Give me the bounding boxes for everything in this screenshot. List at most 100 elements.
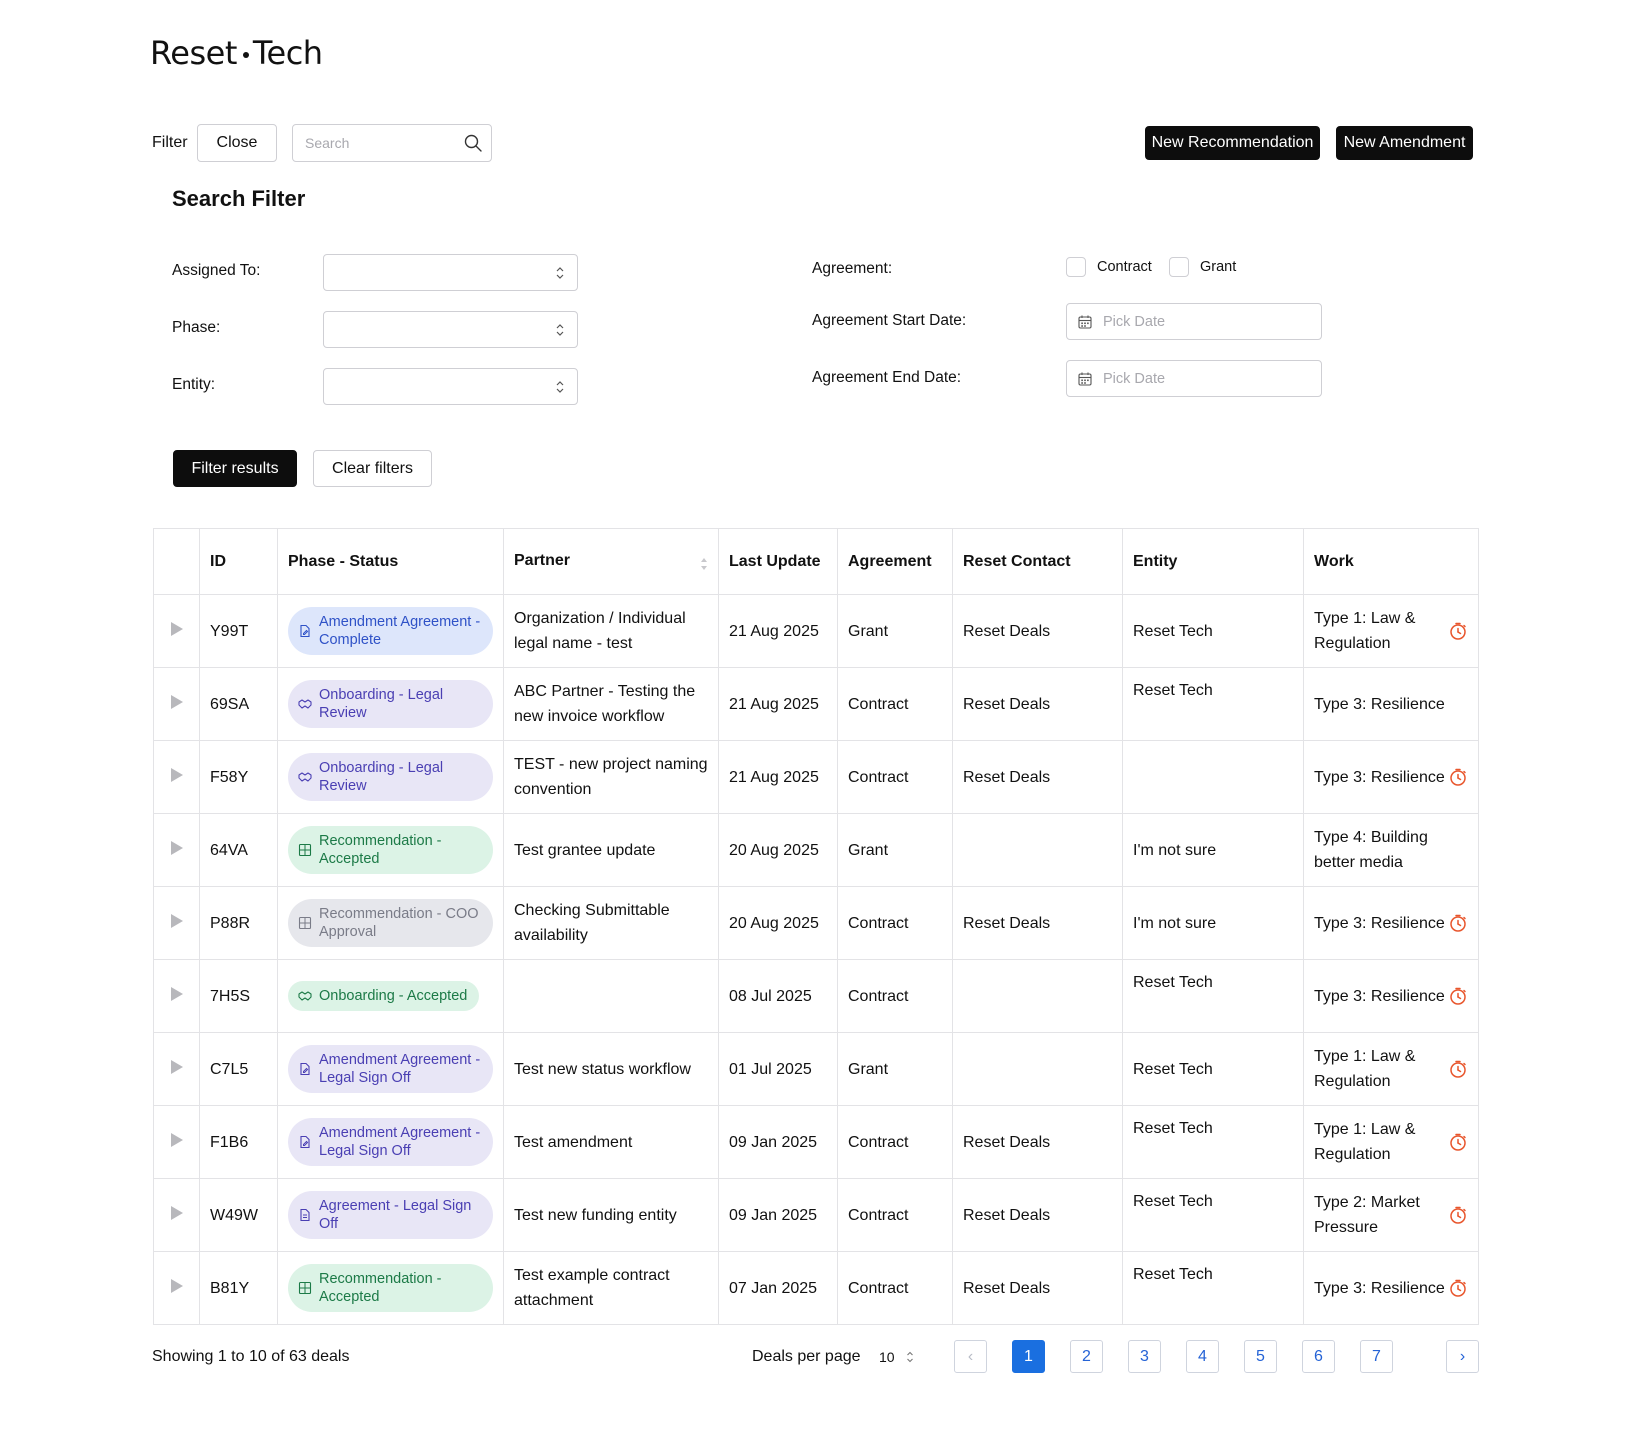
- search-input[interactable]: [305, 135, 455, 151]
- handshake-icon: [298, 699, 312, 709]
- prev-page-button[interactable]: ‹: [954, 1340, 987, 1373]
- row-id[interactable]: C7L5: [199, 1032, 278, 1106]
- assigned-to-select[interactable]: [323, 254, 578, 291]
- page-button[interactable]: 4: [1186, 1340, 1219, 1373]
- status-badge[interactable]: Amendment Agreement - Legal Sign Off: [288, 1045, 493, 1093]
- table-row[interactable]: 69SA Onboarding - Legal Review ABC Partner…: [153, 667, 1479, 741]
- last-update-column-header[interactable]: Last Update: [718, 528, 838, 595]
- row-id[interactable]: W49W: [199, 1178, 278, 1252]
- contract-checkbox[interactable]: [1066, 257, 1086, 277]
- row-id[interactable]: B81Y: [199, 1251, 278, 1325]
- close-filter-button[interactable]: Close: [197, 124, 277, 162]
- table-row[interactable]: C7L5 Amendment Agreement - Legal Sign Off…: [153, 1032, 1479, 1106]
- table-row[interactable]: F58Y Onboarding - Legal Review TEST - new …: [153, 740, 1479, 814]
- row-id[interactable]: 7H5S: [199, 959, 278, 1033]
- expand-arrow-icon[interactable]: [170, 767, 183, 782]
- row-id[interactable]: 64VA: [199, 813, 278, 887]
- row-id[interactable]: F58Y: [199, 740, 278, 814]
- status-badge[interactable]: Amendment Agreement - Complete: [288, 607, 493, 655]
- deals-per-page-select[interactable]: 10: [879, 1349, 895, 1365]
- timer-icon[interactable]: [1448, 913, 1468, 933]
- start-date-picker[interactable]: Pick Date: [1066, 303, 1322, 340]
- expand-row-cell[interactable]: [153, 740, 200, 814]
- page-button[interactable]: 2: [1070, 1340, 1103, 1373]
- page-button[interactable]: 1: [1012, 1340, 1045, 1373]
- page-button[interactable]: 3: [1128, 1340, 1161, 1373]
- expand-row-cell[interactable]: [153, 1032, 200, 1106]
- calendar-icon: [1078, 315, 1092, 329]
- expand-arrow-icon[interactable]: [170, 840, 183, 855]
- entity-column-header[interactable]: Entity: [1122, 528, 1304, 595]
- expand-arrow-icon[interactable]: [170, 1132, 183, 1147]
- timer-icon[interactable]: [1448, 1278, 1468, 1298]
- expand-arrow-icon[interactable]: [170, 1059, 183, 1074]
- row-work-cell: Type 2: Market Pressure: [1303, 1178, 1479, 1252]
- page-button[interactable]: 5: [1244, 1340, 1277, 1373]
- id-column-header[interactable]: ID: [199, 528, 278, 595]
- timer-icon[interactable]: [1448, 1132, 1468, 1152]
- expand-arrow-icon[interactable]: [170, 986, 183, 1001]
- status-badge[interactable]: Recommendation - Accepted: [288, 826, 493, 874]
- row-id[interactable]: F1B6: [199, 1105, 278, 1179]
- status-badge[interactable]: Onboarding - Legal Review: [288, 753, 493, 801]
- status-text: Amendment Agreement - Legal Sign Off: [319, 1052, 481, 1086]
- status-badge[interactable]: Recommendation - Accepted: [288, 1264, 493, 1312]
- contract-checkbox-label[interactable]: Contract: [1097, 259, 1152, 275]
- brand-logo[interactable]: Reset Tech: [150, 34, 323, 72]
- sort-icon[interactable]: [700, 556, 708, 572]
- status-badge[interactable]: Agreement - Legal Sign Off: [288, 1191, 493, 1239]
- next-page-button[interactable]: ›: [1446, 1340, 1479, 1373]
- timer-icon[interactable]: [1448, 986, 1468, 1006]
- status-badge[interactable]: Onboarding - Legal Review: [288, 680, 493, 728]
- table-row[interactable]: F1B6 Amendment Agreement - Legal Sign Off…: [153, 1105, 1479, 1179]
- clear-filters-button[interactable]: Clear filters: [313, 450, 432, 487]
- work-column-header[interactable]: Work: [1303, 528, 1479, 595]
- table-row[interactable]: P88R Recommendation - COO Approval Checkin…: [153, 886, 1479, 960]
- table-row[interactable]: W49W Agreement - Legal Sign Off Test new f…: [153, 1178, 1479, 1252]
- phase-select[interactable]: [323, 311, 578, 348]
- status-badge[interactable]: Amendment Agreement - Legal Sign Off: [288, 1118, 493, 1166]
- timer-icon[interactable]: [1448, 767, 1468, 787]
- end-date-picker[interactable]: Pick Date: [1066, 360, 1322, 397]
- phase-status-column-header[interactable]: Phase - Status: [277, 528, 504, 595]
- search-field[interactable]: [292, 124, 492, 162]
- row-id[interactable]: P88R: [199, 886, 278, 960]
- row-id[interactable]: 69SA: [199, 667, 278, 741]
- table-row[interactable]: Y99T Amendment Agreement - Complete Organi…: [153, 594, 1479, 668]
- timer-icon[interactable]: [1448, 1059, 1468, 1079]
- entity-select[interactable]: [323, 368, 578, 405]
- expand-row-cell[interactable]: [153, 1105, 200, 1179]
- expand-arrow-icon[interactable]: [170, 621, 183, 636]
- expand-row-cell[interactable]: [153, 959, 200, 1033]
- partner-column-header[interactable]: Partner: [503, 528, 719, 595]
- timer-icon[interactable]: [1448, 621, 1468, 641]
- chevron-updown-icon[interactable]: [906, 1350, 914, 1364]
- expand-row-cell[interactable]: [153, 886, 200, 960]
- expand-row-cell[interactable]: [153, 1251, 200, 1325]
- search-icon[interactable]: [463, 133, 483, 153]
- expand-row-cell[interactable]: [153, 594, 200, 668]
- agreement-column-header[interactable]: Agreement: [837, 528, 953, 595]
- expand-arrow-icon[interactable]: [170, 913, 183, 928]
- timer-icon[interactable]: [1448, 1205, 1468, 1225]
- page-button[interactable]: 6: [1302, 1340, 1335, 1373]
- new-recommendation-button[interactable]: New Recommendation: [1145, 126, 1320, 160]
- expand-row-cell[interactable]: [153, 813, 200, 887]
- grant-checkbox-label[interactable]: Grant: [1200, 259, 1236, 275]
- grant-checkbox[interactable]: [1169, 257, 1189, 277]
- status-badge[interactable]: Onboarding - Accepted: [288, 981, 480, 1011]
- expand-arrow-icon[interactable]: [170, 1278, 183, 1293]
- table-row[interactable]: 7H5S Onboarding - Accepted 08 Jul 2025 Cont…: [153, 959, 1479, 1033]
- expand-arrow-icon[interactable]: [170, 694, 183, 709]
- expand-row-cell[interactable]: [153, 667, 200, 741]
- table-row[interactable]: B81Y Recommendation - Accepted Test exampl…: [153, 1251, 1479, 1325]
- expand-arrow-icon[interactable]: [170, 1205, 183, 1220]
- table-row[interactable]: 64VA Recommendation - Accepted Test grante…: [153, 813, 1479, 887]
- new-amendment-button[interactable]: New Amendment: [1336, 126, 1473, 160]
- status-badge[interactable]: Recommendation - COO Approval: [288, 899, 493, 947]
- reset-contact-column-header[interactable]: Reset Contact: [952, 528, 1123, 595]
- filter-results-button[interactable]: Filter results: [173, 450, 297, 487]
- expand-row-cell[interactable]: [153, 1178, 200, 1252]
- page-button[interactable]: 7: [1360, 1340, 1393, 1373]
- row-id[interactable]: Y99T: [199, 594, 278, 668]
